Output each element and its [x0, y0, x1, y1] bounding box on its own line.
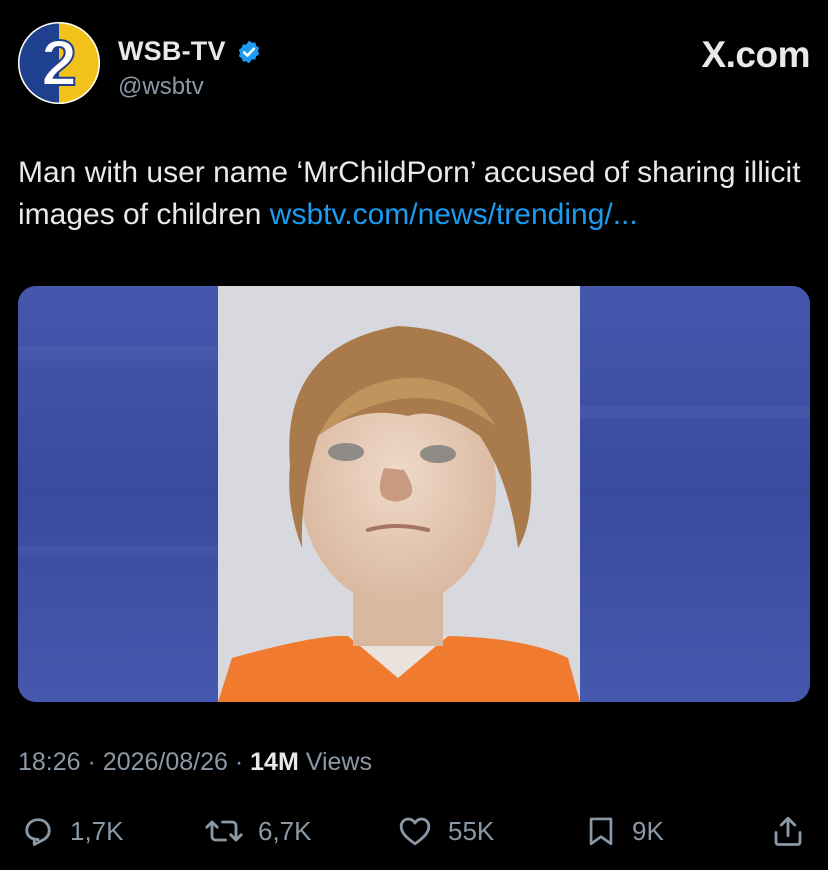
tweet-text: Man with user name ‘MrChildPorn’ accused… [18, 152, 810, 236]
views-label: Views [305, 748, 372, 776]
mugshot-image [18, 286, 810, 702]
tweet-link[interactable]: wsbtv.com/news/trending/... [270, 198, 638, 231]
repost-count: 6,7K [258, 815, 312, 846]
repost-icon [205, 820, 243, 842]
avatar-logo-text: 2 [41, 27, 77, 99]
tweet-date[interactable]: 2026/08/26 [103, 748, 228, 776]
action-bar: 1,7K 6,7K 55K 9K [18, 806, 810, 856]
avatar[interactable]: 2 [18, 22, 100, 104]
share-button[interactable] [770, 806, 820, 856]
views-count: 14M [250, 748, 299, 776]
tweet-meta: 18:26 · 2026/08/26 · 14M Views [18, 748, 372, 777]
account-names: WSB-TV @wsbtv [118, 36, 262, 101]
like-count: 55K [448, 815, 495, 846]
bookmark-icon [589, 817, 613, 846]
reply-button[interactable]: 1,7K [20, 806, 124, 856]
x-com-brand: X.com [701, 34, 810, 75]
tweet-header: 2 WSB-TV @wsbtv X.com [18, 22, 810, 112]
verified-badge-icon [238, 40, 260, 63]
like-button[interactable]: 55K [396, 806, 494, 856]
wsb-logo-icon: 2 [18, 22, 100, 104]
bookmark-button[interactable]: 9K [584, 806, 664, 856]
handle[interactable]: @wsbtv [118, 73, 262, 101]
meta-separator: · [234, 748, 251, 776]
like-icon [399, 817, 431, 846]
share-icon [774, 816, 802, 846]
reply-icon [25, 818, 51, 846]
tweet-media[interactable] [18, 286, 810, 702]
reply-count: 1,7K [70, 815, 124, 846]
repost-button[interactable]: 6,7K [204, 806, 312, 856]
tweet-time[interactable]: 18:26 [18, 748, 81, 776]
display-name[interactable]: WSB-TV [118, 36, 226, 67]
meta-separator: · [87, 748, 103, 776]
bookmark-count: 9K [632, 815, 664, 846]
